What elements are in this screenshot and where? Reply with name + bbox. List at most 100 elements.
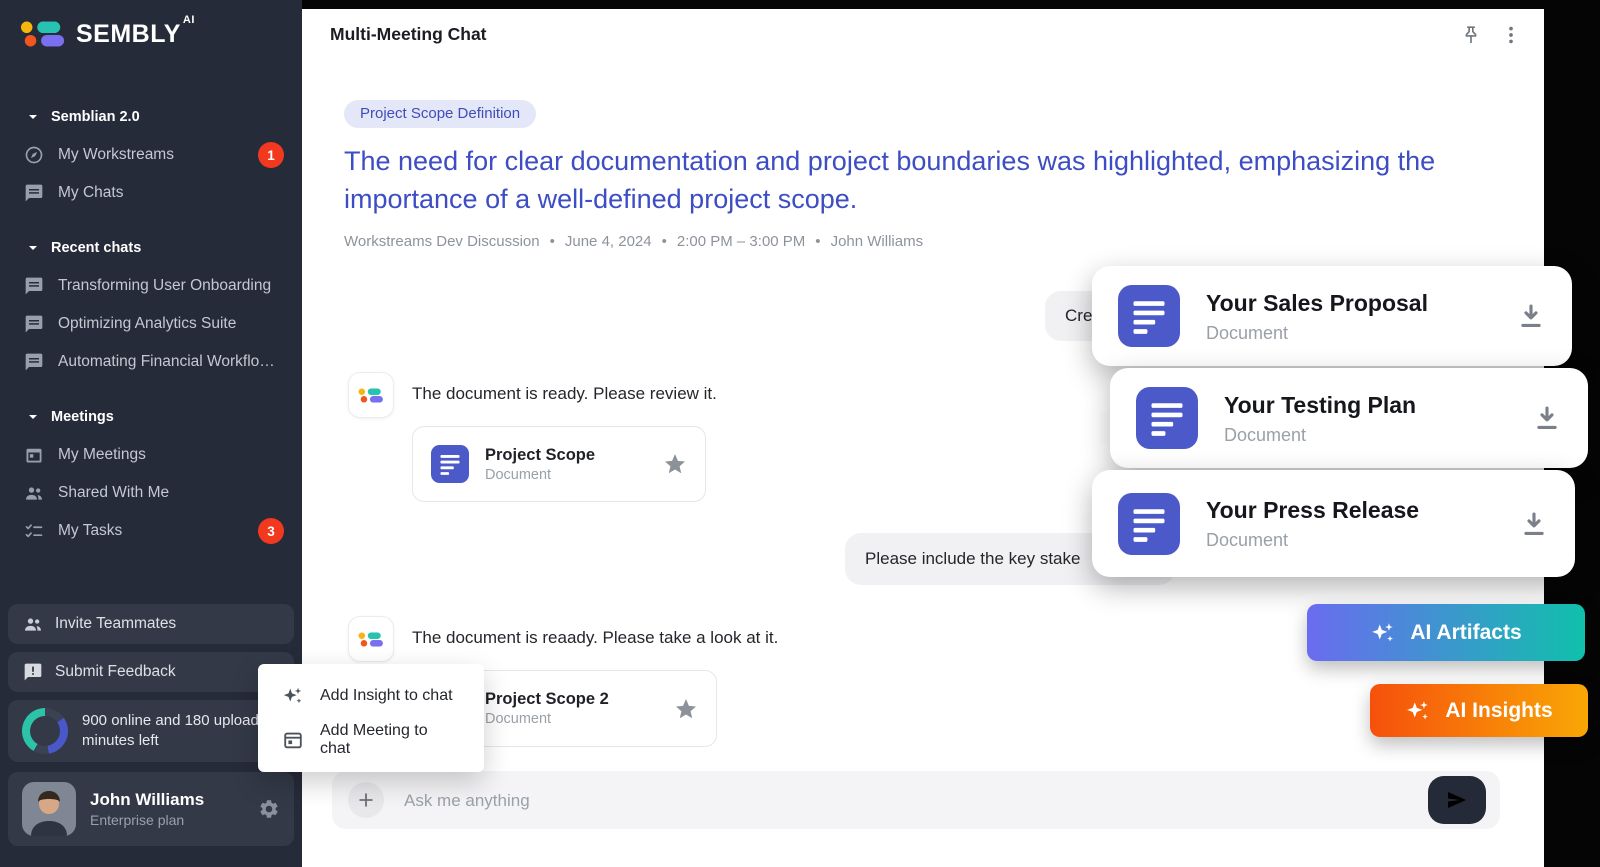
artifact-card-testing-plan[interactable]: Your Testing Plan Document <box>1110 368 1588 468</box>
download-icon[interactable] <box>1516 301 1546 331</box>
meta-source: Workstreams Dev Discussion <box>344 233 540 250</box>
page-title: Multi-Meeting Chat <box>330 24 487 45</box>
artifact-title: Your Testing Plan <box>1224 390 1416 420</box>
user-name: John Williams <box>90 789 204 811</box>
chevron-down-icon <box>28 243 38 253</box>
usage-meter-card[interactable]: 900 online and 180 upload minutes left <box>8 700 294 762</box>
brand-name: SEMBLYAI <box>76 20 195 49</box>
meta-author: John Williams <box>831 233 924 250</box>
sembly-logo-icon <box>20 18 66 50</box>
submit-feedback-button[interactable]: Submit Feedback <box>8 652 294 692</box>
chat-icon <box>24 314 44 334</box>
user-info: John Williams Enterprise plan <box>90 789 204 830</box>
document-title: Project Scope <box>485 444 595 466</box>
sidebar-item-label: My Tasks <box>58 522 122 540</box>
gear-icon[interactable] <box>258 798 280 820</box>
sidebar-item-my-chats[interactable]: My Chats <box>0 174 302 212</box>
sidebar-item-label: Shared With Me <box>58 484 169 502</box>
artifact-title: Your Press Release <box>1206 495 1419 525</box>
sidebar-item-shared-with-me[interactable]: Shared With Me <box>0 474 302 512</box>
document-type: Document <box>485 710 609 729</box>
chevron-down-icon <box>28 412 38 422</box>
menu-item-add-meeting[interactable]: Add Meeting to chat <box>258 718 484 762</box>
document-icon <box>1136 387 1198 449</box>
avatar <box>22 782 76 836</box>
ai-artifacts-button[interactable]: AI Artifacts <box>1307 604 1585 661</box>
submit-feedback-label: Submit Feedback <box>55 663 176 681</box>
sidebar-item-my-workstreams[interactable]: My Workstreams 1 <box>0 136 302 174</box>
document-card-text: Project Scope Document <box>485 444 595 485</box>
document-icon <box>1118 285 1180 347</box>
section-semblian[interactable]: Semblian 2.0 <box>0 98 302 136</box>
artifact-type: Document <box>1224 423 1416 447</box>
pin-icon[interactable] <box>1460 24 1482 46</box>
attach-plus-button[interactable] <box>348 782 384 818</box>
invite-teammates-label: Invite Teammates <box>55 615 176 633</box>
sidebar-item-my-meetings[interactable]: My Meetings <box>0 436 302 474</box>
sidebar-item-label: Optimizing Analytics Suite <box>58 315 236 333</box>
sidebar-item-label: My Meetings <box>58 446 146 464</box>
artifact-card-text: Your Testing Plan Document <box>1224 390 1416 447</box>
ai-insights-button[interactable]: AI Insights <box>1370 684 1588 737</box>
section-label: Meetings <box>51 409 114 425</box>
star-icon[interactable] <box>674 697 698 721</box>
tasks-badge: 3 <box>258 518 284 544</box>
menu-item-label: Add Meeting to chat <box>320 722 460 758</box>
sidebar-item-my-tasks[interactable]: My Tasks 3 <box>0 512 302 550</box>
sembly-logo: SEMBLYAI <box>20 18 195 50</box>
chat-icon <box>24 352 44 372</box>
chevron-down-icon <box>28 112 38 122</box>
artifact-card-press-release[interactable]: Your Press Release Document <box>1092 470 1575 577</box>
sidebar-item-label: My Workstreams <box>58 146 174 164</box>
sidebar-item-label: Transforming User Onboarding <box>58 277 271 295</box>
artifact-type: Document <box>1206 528 1419 552</box>
section-meetings[interactable]: Meetings <box>0 398 302 436</box>
sembly-bot-avatar <box>348 372 394 418</box>
assistant-message: The document is ready. Please review it. <box>412 384 717 404</box>
document-type: Document <box>485 466 595 485</box>
chat-icon <box>24 276 44 296</box>
sidebar-item-recent-chat-2[interactable]: Optimizing Analytics Suite <box>0 305 302 343</box>
sembly-bot-avatar <box>348 616 394 662</box>
document-title: Project Scope 2 <box>485 688 609 710</box>
send-icon <box>1445 788 1469 812</box>
star-icon[interactable] <box>663 452 687 476</box>
sidebar-nav: Semblian 2.0 My Workstreams 1 My Chats R… <box>0 98 302 550</box>
download-icon[interactable] <box>1532 403 1562 433</box>
sidebar-item-recent-chat-1[interactable]: Transforming User Onboarding <box>0 267 302 305</box>
artifact-card-text: Your Sales Proposal Document <box>1206 288 1428 345</box>
document-card-project-scope[interactable]: Project Scope Document <box>412 426 706 502</box>
insight-headline: The need for clear documentation and pro… <box>344 142 1459 218</box>
download-icon[interactable] <box>1519 509 1549 539</box>
brand-superscript: AI <box>183 14 195 26</box>
sparkle-icon <box>1405 698 1431 724</box>
artifact-card-sales-proposal[interactable]: Your Sales Proposal Document <box>1092 266 1572 366</box>
more-options-icon[interactable] <box>1500 24 1522 46</box>
sparkle-icon <box>282 685 304 707</box>
sidebar: SEMBLYAI Semblian 2.0 My Workstreams 1 M… <box>0 0 302 867</box>
section-label: Semblian 2.0 <box>51 109 140 125</box>
user-profile-card[interactable]: John Williams Enterprise plan <box>8 772 294 846</box>
app-window: SEMBLYAI Semblian 2.0 My Workstreams 1 M… <box>0 0 1600 867</box>
sembly-logo-icon <box>358 386 384 405</box>
section-recent-chats[interactable]: Recent chats <box>0 229 302 267</box>
tasks-icon <box>24 521 44 541</box>
user-plan: Enterprise plan <box>90 811 204 830</box>
backdrop-top-edge <box>302 0 1600 9</box>
send-button[interactable] <box>1428 776 1486 824</box>
insight-tag[interactable]: Project Scope Definition <box>344 100 536 128</box>
workstreams-badge: 1 <box>258 142 284 168</box>
ai-artifacts-label: AI Artifacts <box>1410 621 1521 645</box>
message-composer <box>332 771 1500 829</box>
section-label: Recent chats <box>51 240 141 256</box>
meta-time: 2:00 PM – 3:00 PM <box>677 233 805 250</box>
sidebar-item-recent-chat-3[interactable]: Automating Financial Workflo… <box>0 343 302 381</box>
menu-item-add-insight[interactable]: Add Insight to chat <box>258 674 484 718</box>
menu-item-label: Add Insight to chat <box>320 687 453 705</box>
invite-teammates-button[interactable]: Invite Teammates <box>8 604 294 644</box>
sembly-logo-icon <box>358 630 384 649</box>
document-icon <box>431 445 469 483</box>
people-icon <box>24 483 44 503</box>
calendar-icon <box>282 729 304 751</box>
ask-input[interactable] <box>402 771 1406 831</box>
